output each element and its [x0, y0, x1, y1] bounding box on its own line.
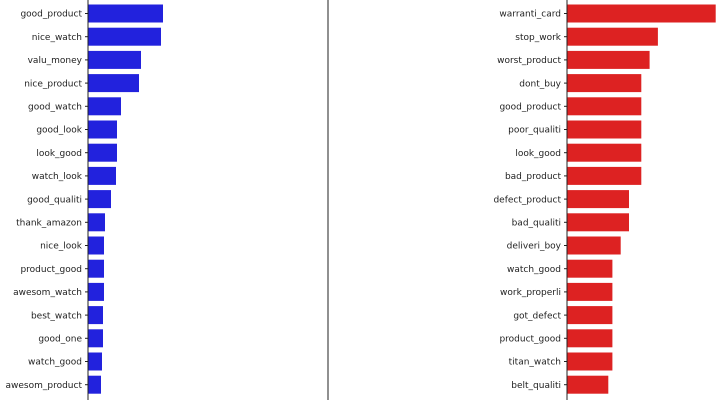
y-tick-label: belt_qualiti — [511, 381, 561, 391]
bar-stop-work — [567, 27, 658, 46]
bar-good-one — [88, 329, 103, 348]
bar-bad-qualiti — [567, 213, 629, 232]
bar-bad-product — [567, 166, 642, 185]
y-tick-label: thank_amazon — [16, 219, 82, 229]
bar-thank-amazon — [88, 213, 105, 232]
bar-nice-watch — [88, 27, 161, 46]
y-tick-label: worst_product — [497, 56, 561, 66]
y-tick-label: nice_product — [24, 79, 82, 89]
bar-nice-look — [88, 236, 104, 255]
bar-good-watch — [88, 97, 121, 116]
y-tick-label: watch_good — [28, 358, 82, 368]
bar-best-watch — [88, 306, 103, 325]
bar-worst-product — [567, 50, 650, 69]
bar-awesom-product — [88, 375, 101, 394]
y-tick-label: good_watch — [28, 103, 82, 113]
y-tick-label: product_good — [499, 335, 561, 345]
y-tick-label: good_qualiti — [27, 195, 82, 205]
y-tick-label: good_product — [20, 10, 82, 20]
y-tick-label: look_good — [36, 149, 82, 159]
bar-deliveri-boy — [567, 236, 621, 255]
y-tick-label: bad_product — [505, 172, 562, 182]
left-chart-panel: good_product nice_watch valu_money nice_pro… — [6, 0, 329, 400]
bar-warranti-card — [567, 4, 716, 23]
y-tick-label: awesom_product — [6, 381, 83, 391]
bar-awesom-watch — [88, 282, 104, 301]
y-tick-label: poor_qualiti — [508, 126, 561, 136]
bar-product-good — [88, 259, 104, 278]
y-tick-label: got_defect — [513, 311, 561, 321]
bar-titan-watch — [567, 352, 613, 371]
y-tick-label: warranti_card — [499, 10, 561, 20]
y-tick-label: nice_look — [40, 242, 83, 252]
y-tick-label: valu_money — [28, 56, 83, 66]
right-chart-panel: warranti_card stop_work worst_product dont_… — [493, 0, 716, 400]
y-tick-label: best_watch — [31, 311, 82, 321]
bar-good-look — [88, 120, 117, 139]
y-tick-label: stop_work — [515, 33, 562, 43]
bar-poor-qualiti — [567, 120, 642, 139]
y-tick-label: good_one — [38, 335, 82, 345]
y-tick-label: watch_good — [507, 265, 561, 275]
bar-watch-look — [88, 166, 116, 185]
y-tick-label: product_good — [20, 265, 82, 275]
bar-good-qualiti — [88, 190, 111, 209]
y-tick-label: watch_look — [32, 172, 83, 182]
bar-good-product — [88, 4, 163, 23]
bar-good-product — [567, 97, 642, 116]
bar-got-defect — [567, 306, 613, 325]
y-tick-label: work_properli — [500, 288, 561, 298]
y-tick-label: awesom_watch — [13, 288, 82, 298]
chart-container: good_product nice_watch valu_money nice_pro… — [0, 0, 719, 400]
bar-defect-product — [567, 190, 629, 209]
bigram-bar-charts: good_product nice_watch valu_money nice_pro… — [6, 0, 716, 400]
bar-watch-good — [567, 259, 613, 278]
y-tick-label: good_product — [499, 103, 561, 113]
y-tick-label: look_good — [515, 149, 561, 159]
bar-belt-qualiti — [567, 375, 609, 394]
y-tick-label: nice_watch — [32, 33, 82, 43]
bar-watch-good — [88, 352, 102, 371]
y-tick-label: titan_watch — [509, 358, 561, 368]
y-tick-label: defect_product — [493, 195, 561, 205]
bar-nice-product — [88, 74, 139, 93]
bar-product-good — [567, 329, 613, 348]
y-tick-label: bad_qualiti — [512, 219, 561, 229]
y-tick-label: dont_buy — [519, 79, 561, 89]
y-tick-label: deliveri_boy — [507, 242, 562, 252]
y-tick-label: good_look — [36, 126, 82, 136]
bar-work-properli — [567, 282, 613, 301]
bar-look-good — [567, 143, 642, 162]
bar-valu-money — [88, 50, 141, 69]
bar-look-good — [88, 143, 117, 162]
bar-dont-buy — [567, 74, 642, 93]
